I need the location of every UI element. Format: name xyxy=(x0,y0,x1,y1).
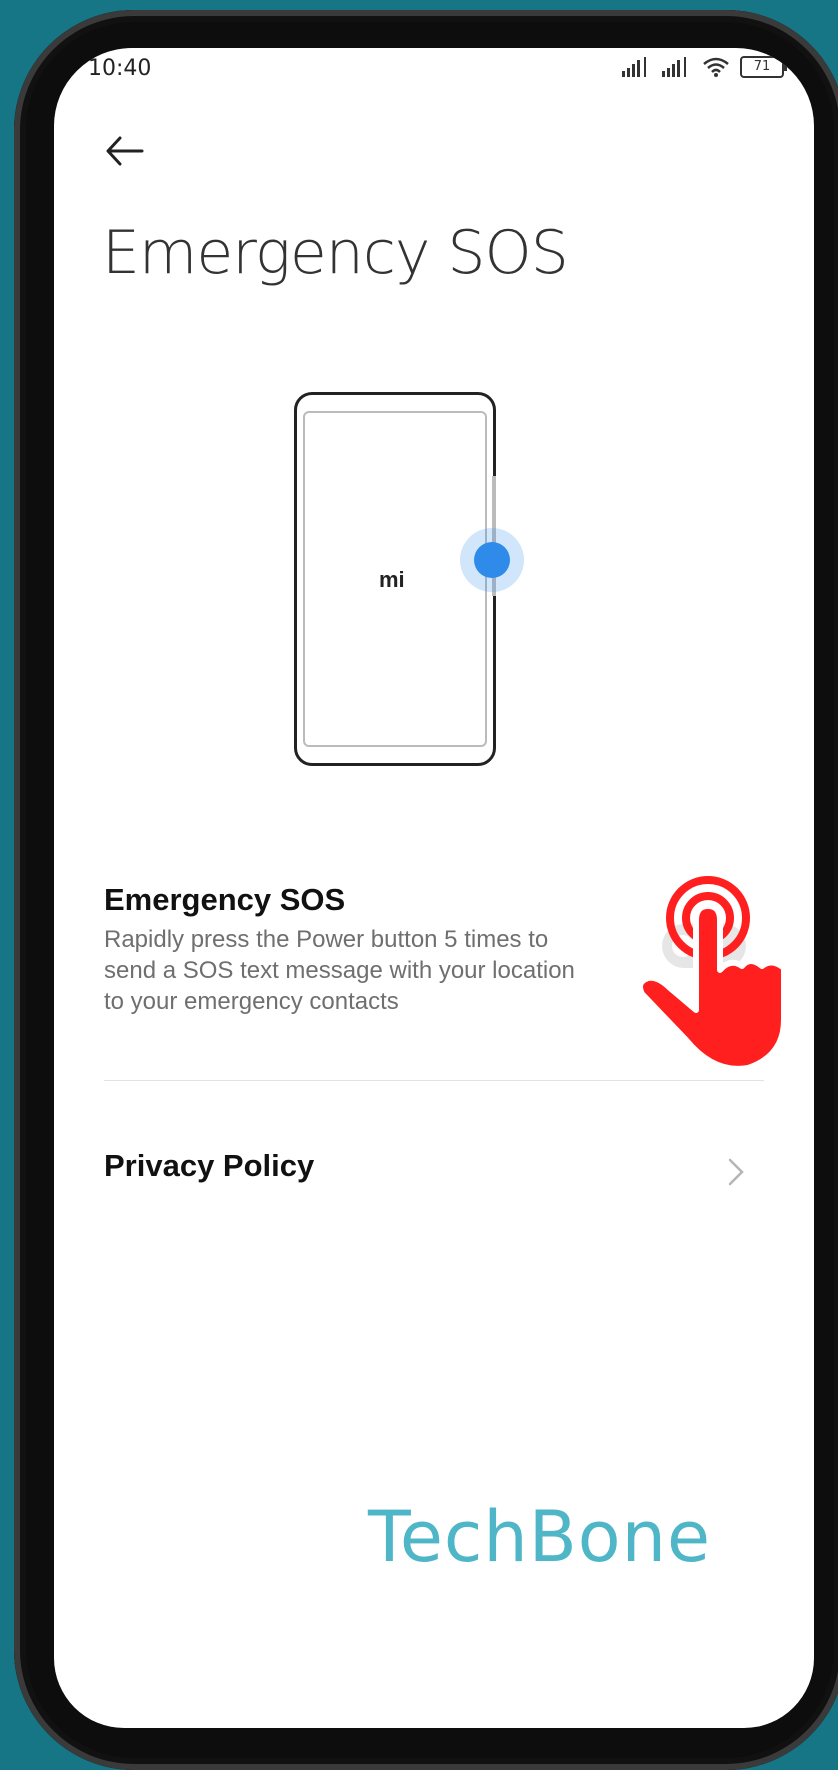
mi-logo: mi xyxy=(379,567,405,592)
sos-setting-description: Rapidly press the Power button 5 times t… xyxy=(104,926,575,1015)
status-bar: 10:40 71 xyxy=(54,48,814,88)
signal-icon xyxy=(622,57,646,77)
watermark: TechBone xyxy=(368,1496,712,1578)
page-title: Emergency SOS xyxy=(102,218,569,288)
privacy-policy-label: Privacy Policy xyxy=(104,1148,315,1183)
wifi-icon xyxy=(703,57,729,77)
power-button-illustration: mi xyxy=(294,392,514,782)
press-indicator xyxy=(474,542,510,578)
status-icons: 71 xyxy=(622,56,787,78)
phone-illustration: mi xyxy=(294,392,496,766)
power-button-illustration-key xyxy=(492,476,496,596)
chevron-right-icon xyxy=(728,1158,744,1186)
privacy-policy-row[interactable]: Privacy Policy xyxy=(54,1128,814,1218)
sos-setting-title: Emergency SOS xyxy=(104,882,346,917)
tap-hand-icon xyxy=(637,876,787,1072)
battery-icon: 71 xyxy=(740,56,787,78)
signal-icon-2 xyxy=(662,57,686,77)
status-time: 10:40 xyxy=(88,56,152,81)
back-arrow-icon[interactable] xyxy=(100,126,150,176)
